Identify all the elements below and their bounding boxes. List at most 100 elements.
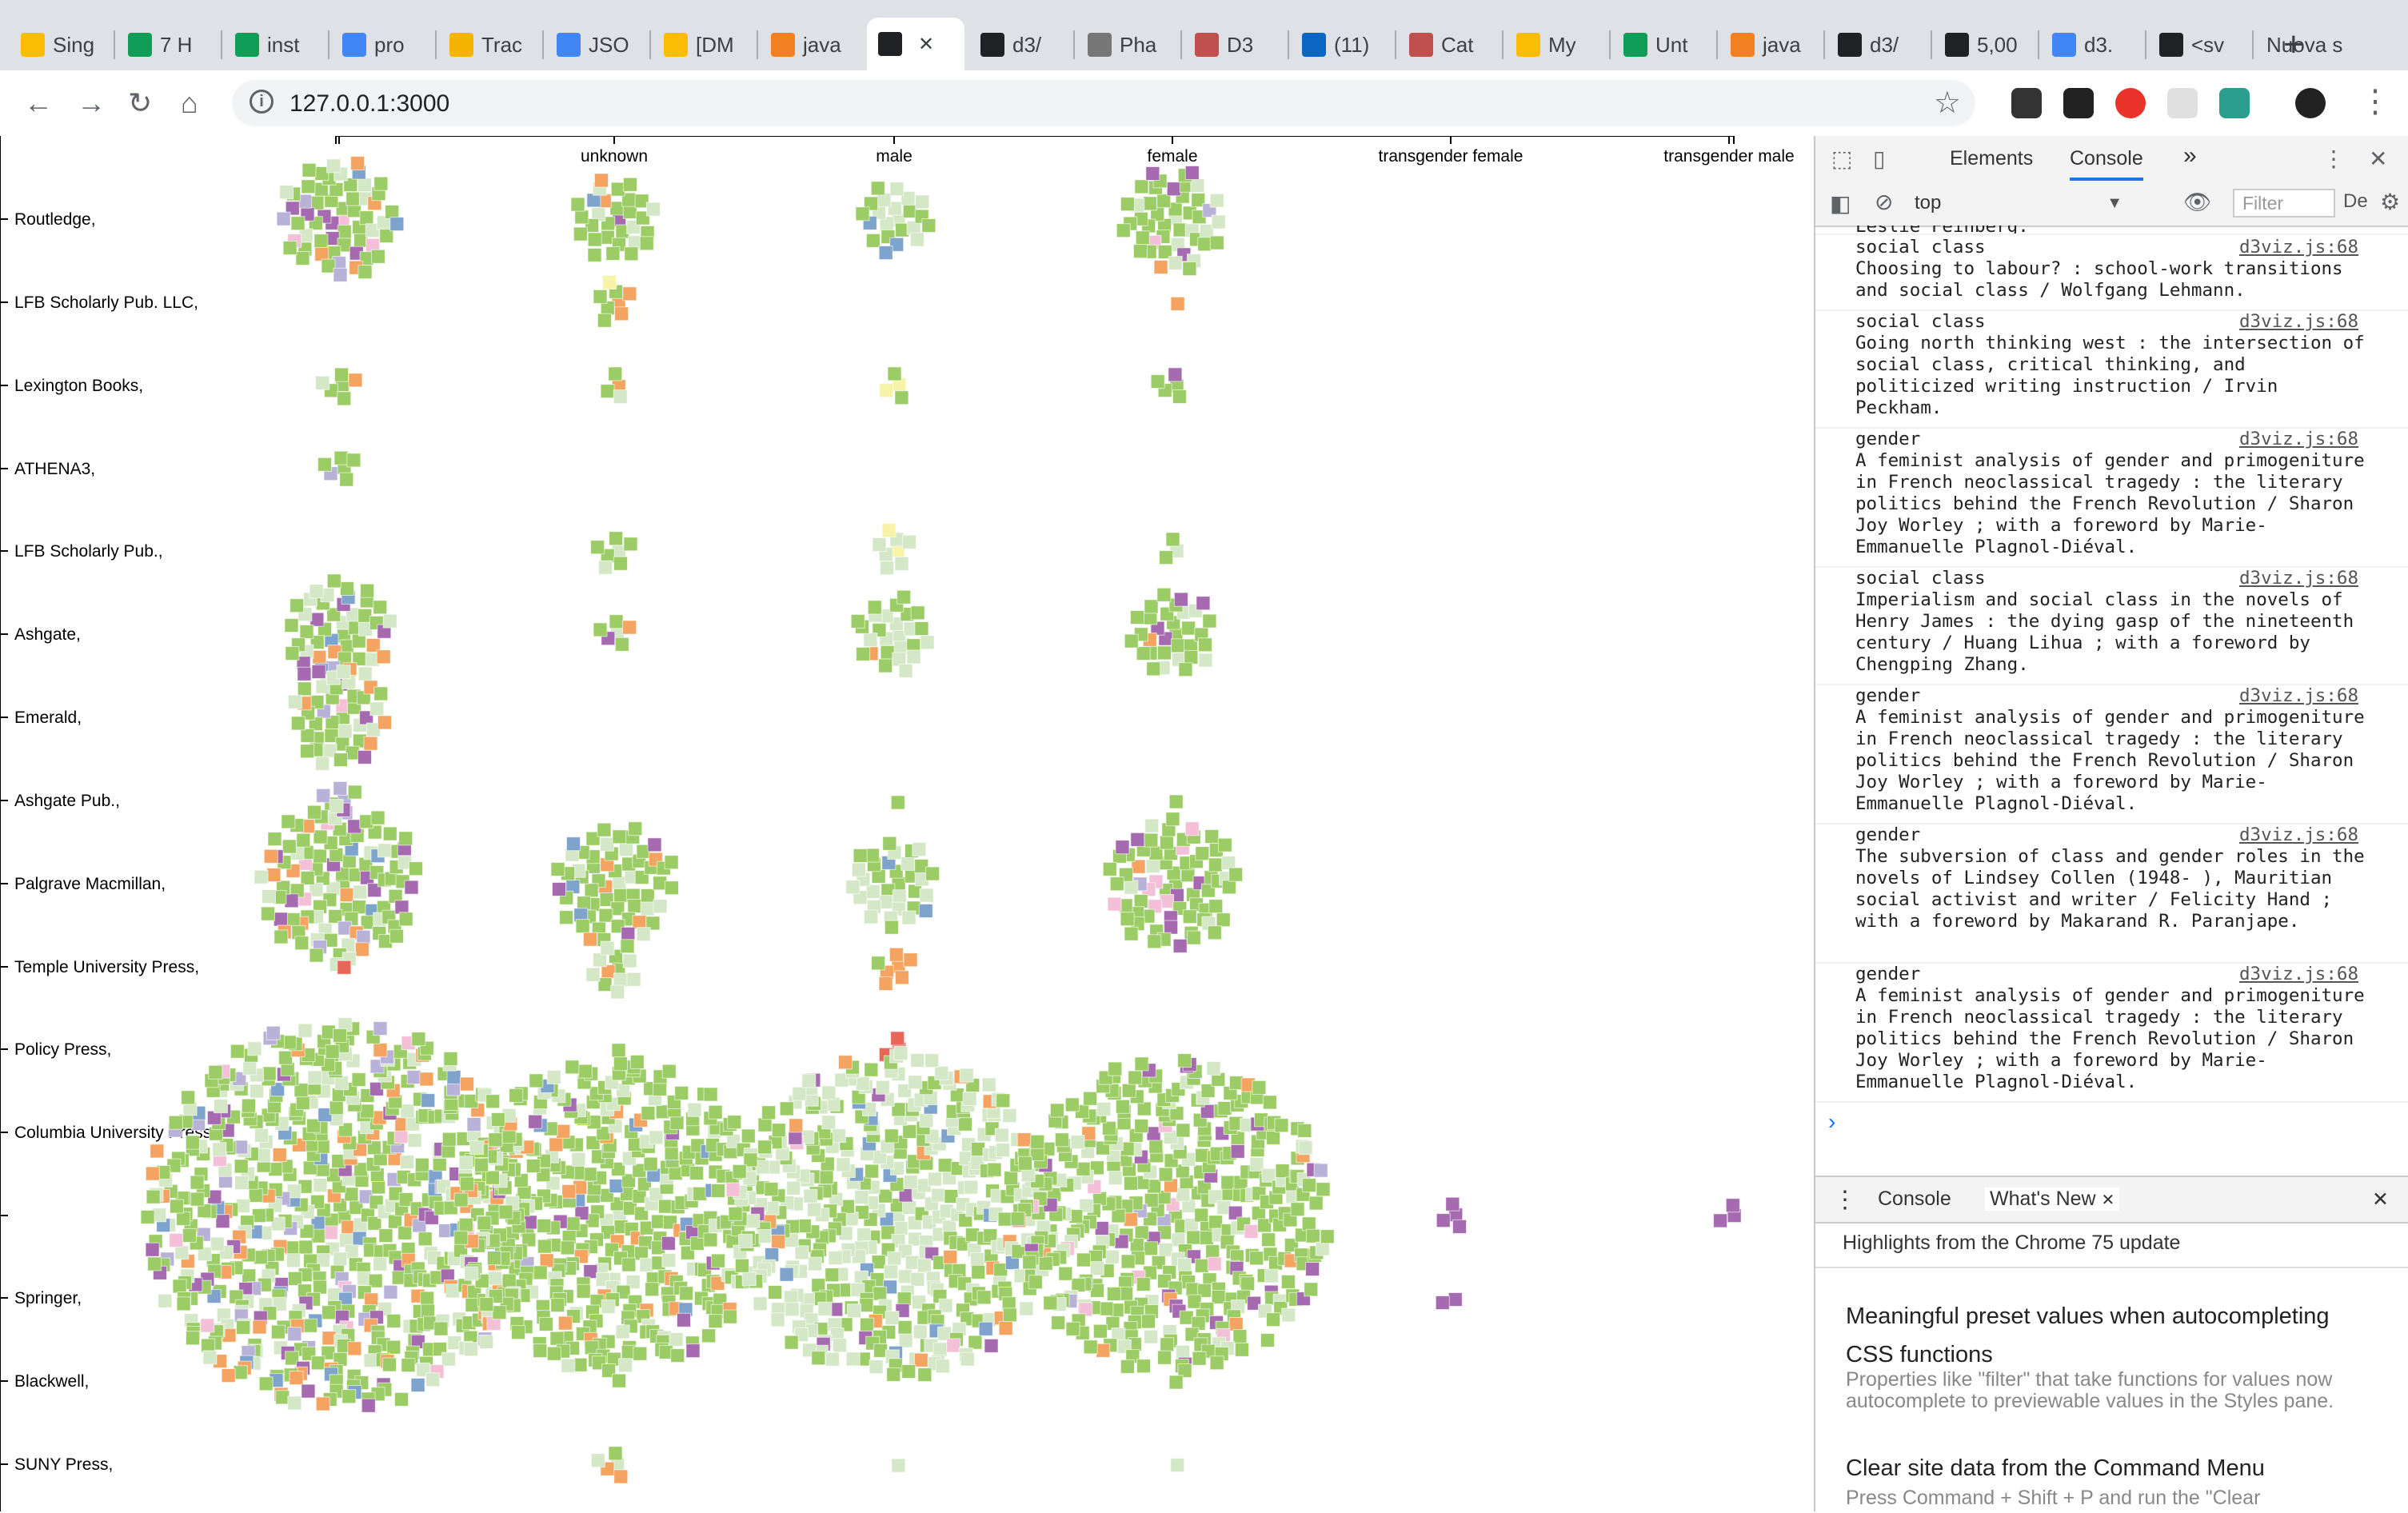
data-point[interactable] (459, 1176, 474, 1192)
data-point[interactable] (753, 1296, 768, 1311)
data-point[interactable] (609, 531, 624, 546)
data-point[interactable] (728, 1206, 743, 1221)
data-point[interactable] (786, 1180, 801, 1196)
data-point[interactable] (356, 929, 371, 944)
data-point[interactable] (377, 715, 392, 730)
data-point[interactable] (1049, 1103, 1064, 1118)
data-point[interactable] (645, 202, 661, 217)
data-point[interactable] (1083, 1339, 1098, 1355)
data-point[interactable] (234, 1159, 249, 1174)
data-point[interactable] (594, 173, 609, 188)
data-point[interactable] (838, 1055, 853, 1070)
data-point[interactable] (757, 1117, 773, 1132)
data-point[interactable] (610, 984, 625, 1000)
console-source-link[interactable]: d3viz.js:68 (2239, 824, 2358, 846)
data-point[interactable] (1158, 1167, 1173, 1182)
data-point[interactable] (389, 217, 405, 232)
data-point[interactable] (1096, 1101, 1112, 1116)
data-point[interactable] (1445, 1196, 1460, 1212)
data-point[interactable] (919, 1113, 934, 1128)
data-point[interactable] (901, 1364, 916, 1379)
data-point[interactable] (236, 1320, 251, 1335)
data-point[interactable] (897, 589, 912, 605)
data-point[interactable] (1313, 1163, 1328, 1178)
address-bar[interactable]: i 127.0.0.1:3000 ☆ (232, 80, 1975, 126)
data-point[interactable] (689, 1236, 705, 1251)
browser-tab[interactable]: java (1719, 22, 1822, 67)
data-point[interactable] (1002, 1108, 1017, 1124)
data-point[interactable] (351, 1072, 366, 1088)
data-point[interactable] (891, 1458, 906, 1473)
data-point[interactable] (629, 1054, 645, 1069)
data-point[interactable] (807, 1202, 822, 1217)
data-point[interactable] (577, 896, 592, 911)
data-point[interactable] (140, 1209, 155, 1224)
browser-tab[interactable]: Sing (10, 22, 112, 67)
data-point[interactable] (146, 1189, 161, 1204)
data-point[interactable] (287, 1395, 302, 1411)
data-point[interactable] (287, 1327, 302, 1342)
data-point[interactable] (348, 373, 363, 388)
data-point[interactable] (419, 1072, 434, 1087)
data-point[interactable] (382, 1357, 397, 1372)
data-point[interactable] (565, 1216, 581, 1232)
browser-tab[interactable]: Trac (438, 22, 541, 67)
data-point[interactable] (901, 910, 916, 925)
data-point[interactable] (912, 842, 927, 856)
data-point[interactable] (584, 883, 599, 898)
data-point[interactable] (261, 906, 275, 921)
data-point[interactable] (617, 1358, 633, 1373)
data-point[interactable] (200, 1318, 215, 1333)
data-point[interactable] (1205, 1244, 1220, 1260)
data-point[interactable] (1187, 1294, 1202, 1309)
data-point[interactable] (935, 1359, 950, 1374)
data-point[interactable] (593, 622, 608, 637)
data-point[interactable] (1184, 649, 1199, 665)
data-point[interactable] (1136, 1277, 1151, 1291)
data-point[interactable] (614, 637, 629, 652)
data-point[interactable] (653, 899, 668, 914)
data-point[interactable] (879, 383, 894, 398)
data-point[interactable] (725, 1182, 741, 1197)
data-point[interactable] (145, 1242, 160, 1257)
data-point[interactable] (537, 1239, 552, 1254)
data-point[interactable] (373, 1043, 388, 1057)
data-point[interactable] (1136, 1359, 1151, 1374)
data-point[interactable] (341, 853, 357, 868)
data-point[interactable] (865, 233, 881, 248)
data-point[interactable] (687, 1102, 702, 1117)
data-point[interactable] (817, 1301, 833, 1316)
data-point[interactable] (469, 1140, 484, 1156)
data-point[interactable] (270, 1324, 286, 1339)
data-point[interactable] (571, 1152, 586, 1167)
data-point[interactable] (329, 799, 344, 814)
data-point[interactable] (559, 910, 574, 925)
data-point[interactable] (971, 1264, 986, 1279)
data-point[interactable] (614, 306, 629, 321)
data-point[interactable] (597, 822, 612, 837)
browser-tab[interactable]: Pha (1076, 22, 1179, 67)
data-point[interactable] (298, 1240, 313, 1255)
data-point[interactable] (801, 1073, 817, 1088)
data-point[interactable] (670, 1348, 685, 1363)
data-point[interactable] (608, 1446, 623, 1461)
data-point[interactable] (959, 1068, 974, 1083)
data-point[interactable] (339, 888, 354, 902)
data-point[interactable] (878, 976, 893, 991)
forward-icon[interactable]: → (77, 86, 106, 120)
data-point[interactable] (1252, 1080, 1267, 1095)
data-point[interactable] (915, 194, 930, 210)
data-point[interactable] (1190, 178, 1205, 194)
data-point[interactable] (741, 1128, 756, 1144)
data-point[interactable] (1136, 1101, 1152, 1116)
clear-console-icon[interactable]: ⊘ (1875, 189, 1893, 215)
data-point[interactable] (722, 1309, 737, 1324)
data-point[interactable] (882, 836, 897, 851)
data-point[interactable] (549, 1137, 564, 1152)
data-point[interactable] (845, 880, 861, 895)
data-point[interactable] (290, 216, 305, 231)
data-point[interactable] (359, 1104, 374, 1119)
data-point[interactable] (406, 1070, 421, 1084)
data-point[interactable] (679, 1286, 694, 1301)
data-point[interactable] (1315, 1241, 1330, 1256)
